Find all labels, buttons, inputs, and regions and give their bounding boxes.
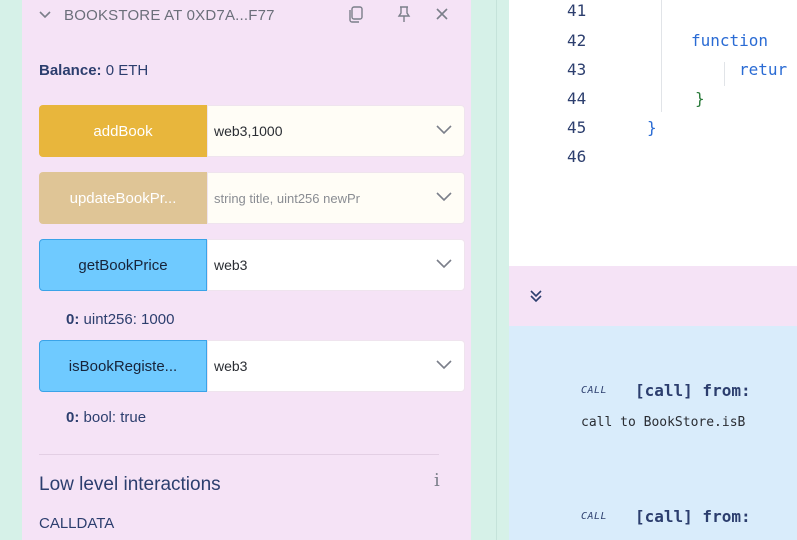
copy-icon[interactable] — [346, 4, 366, 24]
panel-divider[interactable] — [496, 0, 497, 540]
line-code: } — [647, 117, 657, 137]
section-divider — [39, 454, 439, 455]
line-number: 41 — [567, 0, 587, 20]
result-value: uint256: 1000 — [83, 311, 175, 328]
line-number: 45 — [567, 117, 587, 137]
panel-gutter — [471, 0, 509, 540]
chevron-down-icon[interactable] — [435, 123, 453, 137]
code-line: 44 } — [509, 84, 797, 112]
code-line: 42 function — [509, 26, 797, 54]
add-book-input[interactable]: web3,1000 — [207, 105, 465, 157]
update-book-price-button[interactable]: updateBookPr... — [39, 172, 207, 224]
is-book-registered-button[interactable]: isBookRegiste... — [39, 340, 207, 392]
terminal-toolbar — [509, 266, 797, 326]
call-tag: CALL — [581, 511, 608, 522]
line-code: function — [691, 30, 769, 50]
result-key: 0: — [66, 409, 80, 426]
chevron-down-icon[interactable] — [435, 257, 453, 271]
info-icon[interactable]: i — [434, 470, 440, 491]
is-book-registered-result: 0: bool: true — [66, 409, 146, 426]
function-row-update-book-price: updateBookPr... string title, uint256 ne… — [39, 172, 469, 224]
get-book-price-button[interactable]: getBookPrice — [39, 239, 207, 291]
chevron-down-icon[interactable] — [435, 190, 453, 204]
contract-title: BOOKSTORE AT 0XD7A...F77 — [64, 6, 275, 24]
app-root: BOOKSTORE AT 0XD7A...F77 Balance: 0 ETH … — [0, 0, 797, 540]
call-title[interactable]: [call] from: — [635, 381, 751, 400]
add-book-button[interactable]: addBook — [39, 105, 207, 157]
line-number: 42 — [567, 30, 587, 50]
line-number: 46 — [567, 146, 587, 166]
pin-icon[interactable] — [394, 4, 414, 24]
is-book-registered-input[interactable]: web3 — [207, 340, 465, 392]
function-row-is-book-registered: isBookRegiste... web3 — [39, 340, 469, 392]
code-line: 41 — [509, 0, 797, 24]
line-number: 44 — [567, 88, 587, 108]
chevron-down-icon[interactable] — [435, 358, 453, 372]
call-detail: call to BookStore.isB — [581, 415, 746, 430]
left-edge-strip — [0, 0, 22, 540]
line-code: } — [695, 88, 705, 108]
function-row-add-book: addBook web3,1000 — [39, 105, 469, 157]
code-editor[interactable]: 41 42 function 43 retur 44 } 45 } 46 — [509, 0, 797, 266]
balance-label: Balance: — [39, 62, 102, 79]
balance-value: 0 ETH — [105, 62, 149, 79]
update-book-price-input[interactable]: string title, uint256 newPr — [207, 172, 465, 224]
calldata-label: CALLDATA — [39, 515, 115, 532]
call-title[interactable]: [call] from: — [635, 507, 751, 526]
get-book-price-result: 0: uint256: 1000 — [66, 311, 174, 328]
get-book-price-input[interactable]: web3 — [207, 239, 465, 291]
call-tag: CALL — [581, 385, 608, 396]
code-line: 43 retur — [509, 55, 797, 83]
function-row-get-book-price: getBookPrice web3 — [39, 239, 469, 291]
line-code: retur — [739, 59, 788, 79]
line-number: 43 — [567, 59, 587, 79]
result-key: 0: — [66, 311, 80, 328]
terminal-output: CALL [call] from: call to BookStore.isB … — [509, 326, 797, 540]
code-line: 45 } — [509, 113, 797, 141]
chevron-down-icon[interactable] — [38, 8, 52, 22]
contract-balance: Balance: 0 ETH — [39, 62, 148, 79]
collapse-terminal-icon[interactable] — [528, 288, 544, 304]
low-level-interactions-title: Low level interactions — [39, 474, 221, 495]
close-icon[interactable] — [432, 4, 452, 24]
code-line: 46 — [509, 142, 797, 170]
result-value: bool: true — [83, 409, 147, 426]
